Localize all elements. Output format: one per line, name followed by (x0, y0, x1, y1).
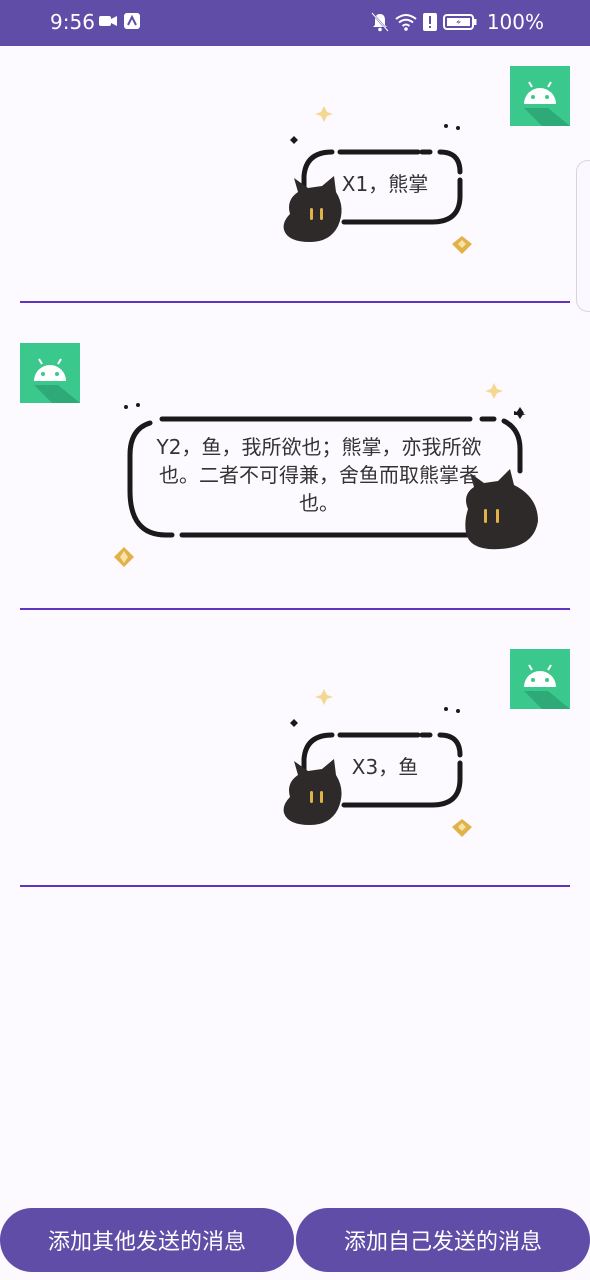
alert-icon (422, 13, 437, 31)
battery-icon (442, 14, 477, 30)
android-icon (524, 664, 570, 709)
video-camera-icon (99, 16, 117, 26)
message-row: X3，鱼 (0, 609, 590, 887)
app-notification-icon (124, 13, 140, 29)
android-icon (34, 358, 80, 403)
android-icon (524, 81, 570, 126)
avatar (510, 66, 570, 126)
status-bar: 9:56 100% (0, 0, 590, 46)
message-text: Y2，鱼，我所欲也；熊掌，亦我所欲也。二者不可得兼，舍鱼而取熊掌者也。 (156, 435, 482, 515)
message-text: X3，鱼 (351, 755, 419, 779)
message-row: X1，熊掌 (0, 46, 590, 303)
message-row: Y2，鱼，我所欲也；熊掌，亦我所欲也。二者不可得兼，舍鱼而取熊掌者也。 (0, 303, 590, 610)
message-text: X1，熊掌 (341, 172, 429, 196)
bell-off-icon (371, 12, 389, 32)
add-other-message-button[interactable]: 添加其他发送的消息 (0, 1208, 294, 1272)
add-self-message-button[interactable]: 添加自己发送的消息 (296, 1208, 590, 1272)
message-bubble: X3，鱼 (280, 687, 480, 847)
avatar (510, 649, 570, 709)
avatar (20, 343, 80, 403)
battery-percentage: 100% (486, 10, 544, 34)
status-time: 9:56 (50, 10, 95, 34)
wifi-icon (395, 14, 417, 31)
divider (20, 885, 570, 887)
message-bubble: Y2，鱼，我所欲也；熊掌，亦我所欲也。二者不可得兼，舍鱼而取熊掌者也。 (110, 381, 550, 581)
message-bubble: X1，熊掌 (280, 104, 480, 264)
